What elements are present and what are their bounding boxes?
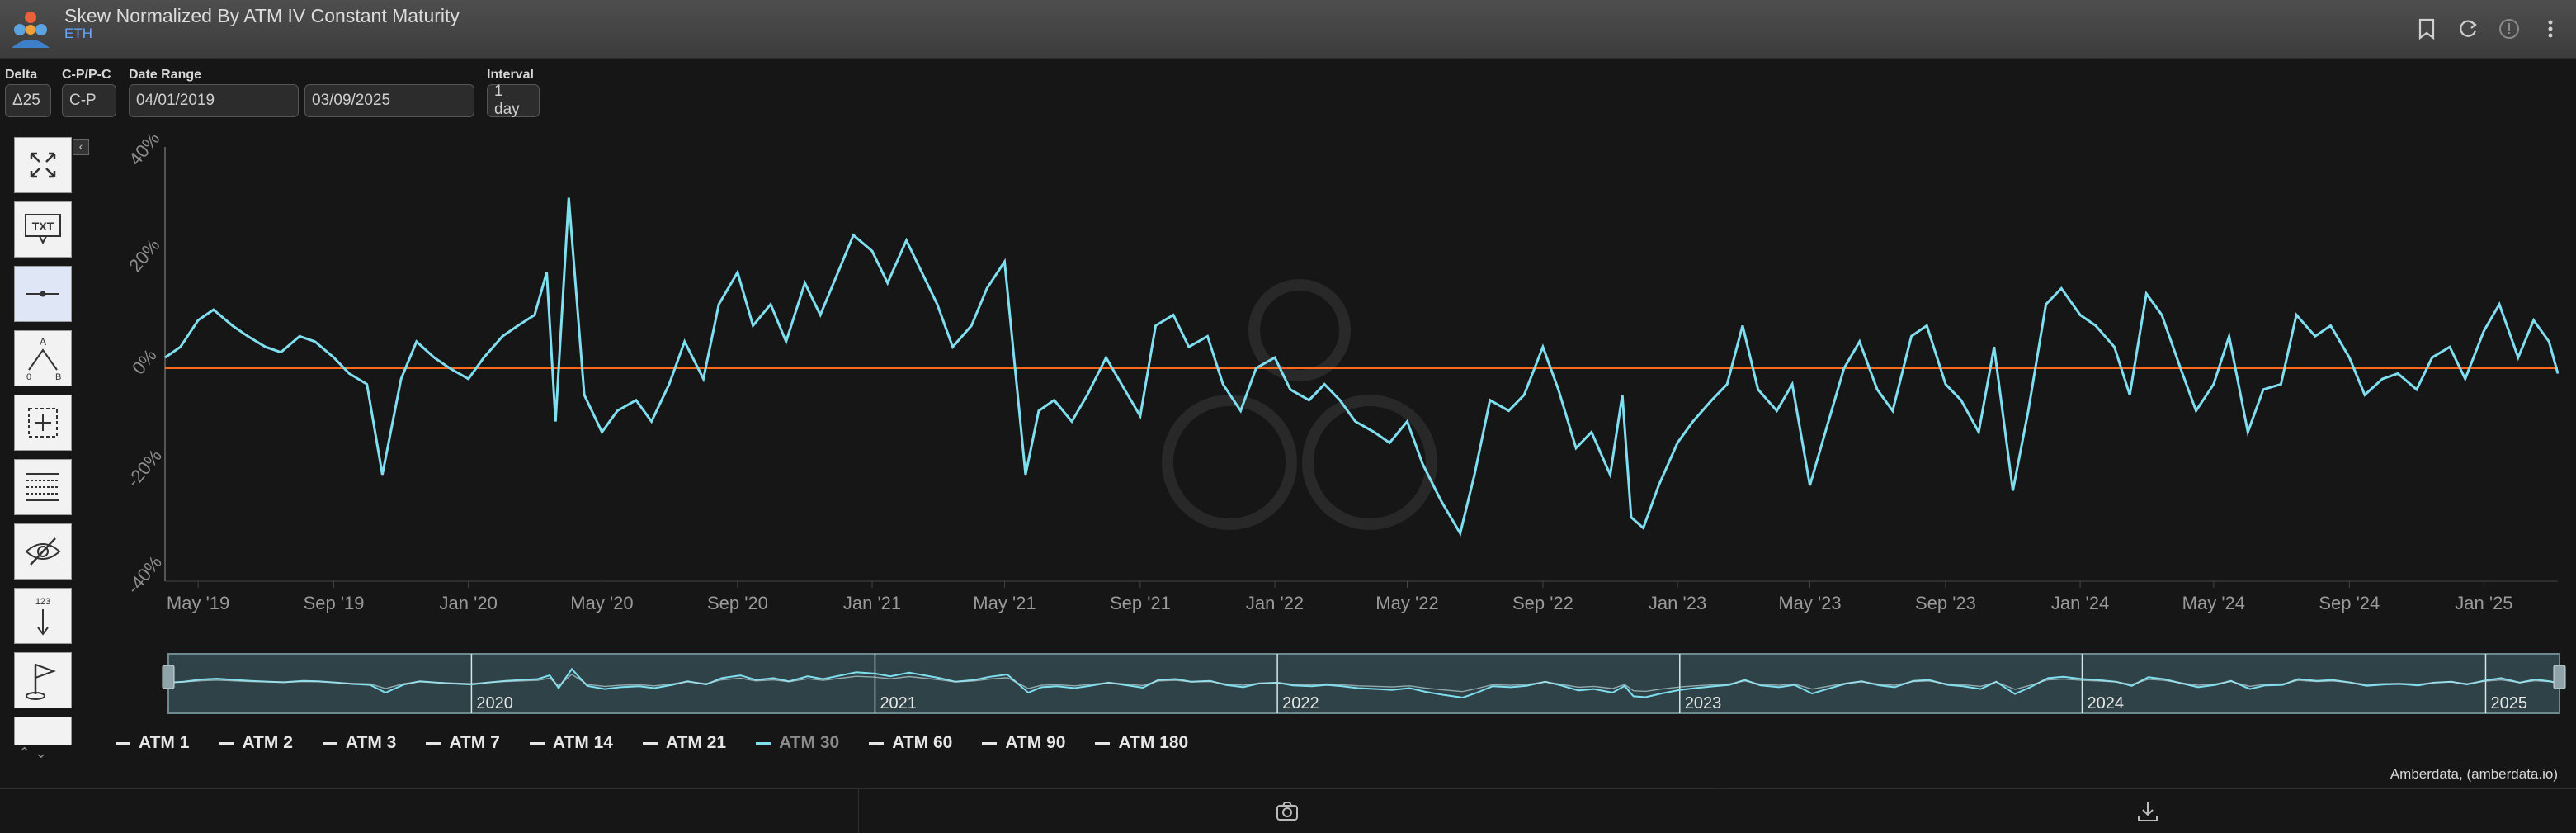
x-tick-label: May '24 [2182,593,2245,613]
x-tick-label: Sep '21 [1110,593,1171,613]
x-tick-label: Jan '25 [2455,593,2512,613]
chart-area: -40% -20% 0% 20% 40% May '19 Sep '19 Jan '20 Ma… [123,128,2566,714]
navigator-year-label: 2021 [880,694,917,712]
x-tick-label: May '21 [973,593,1036,613]
legend-item-atm-30[interactable]: ATM 30 [756,733,839,753]
legend-line-icon [1095,741,1111,745]
legend-label: ATM 30 [779,733,840,752]
y-tick-label: -40% [123,551,166,597]
series-line-atm-30 [164,197,2559,537]
legend-line-icon [869,741,885,745]
legend-line-icon [982,741,998,745]
navigator-window[interactable] [167,653,2560,714]
download-icon[interactable] [2135,799,2160,824]
x-tick-label: May '22 [1375,593,1438,613]
x-tick-label: May '20 [570,593,633,613]
x-tick-label: Sep '24 [2319,593,2380,613]
x-tick-label: Sep '20 [707,593,768,613]
navigator-year-label: 2020 [476,694,513,712]
legend-item-atm-21[interactable]: ATM 21 [642,733,727,753]
legend-line-icon [322,741,337,745]
legend-label: ATM 180 [1118,733,1189,752]
legend-line-icon [529,741,545,745]
x-tick-label: Sep '23 [1915,593,1976,613]
legend-label: ATM 3 [345,733,397,752]
range-navigator[interactable]: 2020 2021 2022 2023 2024 2025 [162,653,2566,714]
legend-line-icon [756,741,771,745]
legend-label: ATM 14 [552,733,613,752]
navigator-left-handle[interactable] [162,665,175,689]
legend-line-icon [116,741,130,745]
chart-legend: ATM 1 ATM 2 ATM 3 ATM 7 ATM 14 ATM 21 ATM 30 AT… [116,733,1188,753]
camera-icon[interactable] [1275,799,1300,824]
legend-line-icon [426,741,441,745]
legend-line-icon [219,741,234,745]
x-tick-label: Jan '21 [843,593,901,613]
navigator-right-handle[interactable] [2553,665,2566,689]
x-tick-label: Sep '19 [304,593,365,613]
toolbar-scroll-arrows[interactable]: ⌃ ⌄ [18,745,47,762]
navigator-year-label: 2022 [1282,694,1319,712]
navigator-year-label: 2023 [1685,694,1722,712]
credit-text: Amberdata, (amberdata.io) [2390,766,2558,782]
legend-label: ATM 7 [449,733,500,752]
x-tick-label: Jan '20 [440,593,498,613]
legend-label: ATM 60 [892,733,953,752]
x-tick-label: Jan '22 [1246,593,1304,613]
y-tick-label: -20% [123,445,166,490]
watermark-logo [1162,279,1437,530]
legend-item-atm-180[interactable]: ATM 180 [1095,733,1188,753]
navigator-year-label: 2024 [2087,694,2124,712]
legend-item-atm-7[interactable]: ATM 7 [426,733,500,753]
x-tick-label: May '23 [1778,593,1841,613]
legend-item-atm-1[interactable]: ATM 1 [116,733,189,753]
legend-item-atm-60[interactable]: ATM 60 [869,733,952,753]
bottom-bar [0,788,2576,833]
navigator-year-label: 2025 [2490,694,2527,712]
legend-label: ATM 1 [139,733,190,752]
x-tick-label: Sep '22 [1512,593,1573,613]
legend-label: ATM 21 [665,733,727,752]
y-tick-label: 40% [125,128,163,169]
legend-item-atm-14[interactable]: ATM 14 [529,733,613,753]
legend-label: ATM 90 [1005,733,1066,752]
x-tick-label: Jan '23 [1649,593,1706,613]
legend-line-icon [642,741,658,745]
legend-label: ATM 2 [242,733,293,752]
legend-item-atm-3[interactable]: ATM 3 [322,733,397,753]
y-tick-label: 0% [128,345,161,378]
y-tick-label: 20% [125,234,163,276]
legend-item-atm-90[interactable]: ATM 90 [982,733,1065,753]
x-tick-label: May '19 [167,593,229,613]
legend-item-atm-2[interactable]: ATM 2 [219,733,293,753]
x-tick-label: Jan '24 [2051,593,2109,613]
